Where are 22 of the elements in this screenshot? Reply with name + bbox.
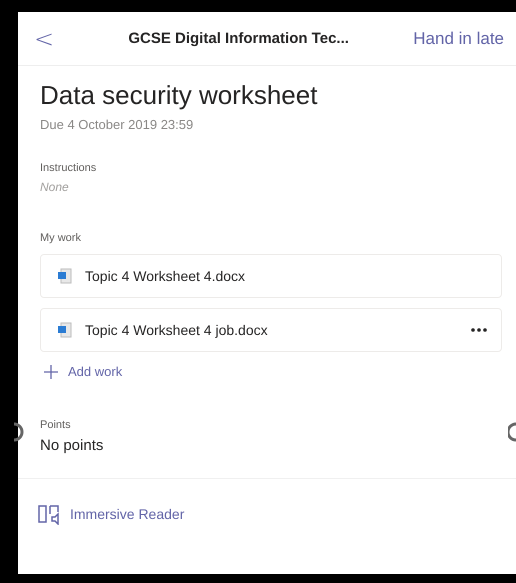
- file-card[interactable]: Topic 4 Worksheet 4.docx: [40, 254, 502, 298]
- plus-icon: [44, 364, 58, 378]
- points-value: No points: [40, 437, 104, 454]
- due-date: Due 4 October 2019 23:59: [40, 117, 194, 132]
- file-name: Topic 4 Worksheet 4 job.docx: [85, 322, 269, 338]
- word-document-icon: [57, 322, 73, 338]
- immersive-reader-button[interactable]: Immersive Reader: [38, 503, 184, 525]
- course-title: GCSE Digital Information Tec...: [127, 30, 350, 47]
- file-name: Topic 4 Worksheet 4.docx: [85, 268, 246, 284]
- back-button[interactable]: <: [34, 24, 64, 52]
- word-document-icon: [57, 268, 73, 284]
- add-work-button[interactable]: Add work: [40, 364, 122, 379]
- hand-in-late-button[interactable]: Hand in late: [413, 28, 504, 48]
- immersive-reader-icon: [38, 503, 60, 525]
- instructions-value: None: [40, 180, 70, 194]
- my-work-label: My work: [40, 232, 82, 244]
- assignment-title: Data security worksheet: [40, 80, 318, 111]
- file-card[interactable]: Topic 4 Worksheet 4 job.docx: [40, 308, 502, 352]
- points-label: Points: [40, 419, 72, 431]
- instructions-label: Instructions: [40, 162, 98, 174]
- ring-icon: [508, 422, 516, 442]
- more-options-icon[interactable]: [471, 328, 487, 332]
